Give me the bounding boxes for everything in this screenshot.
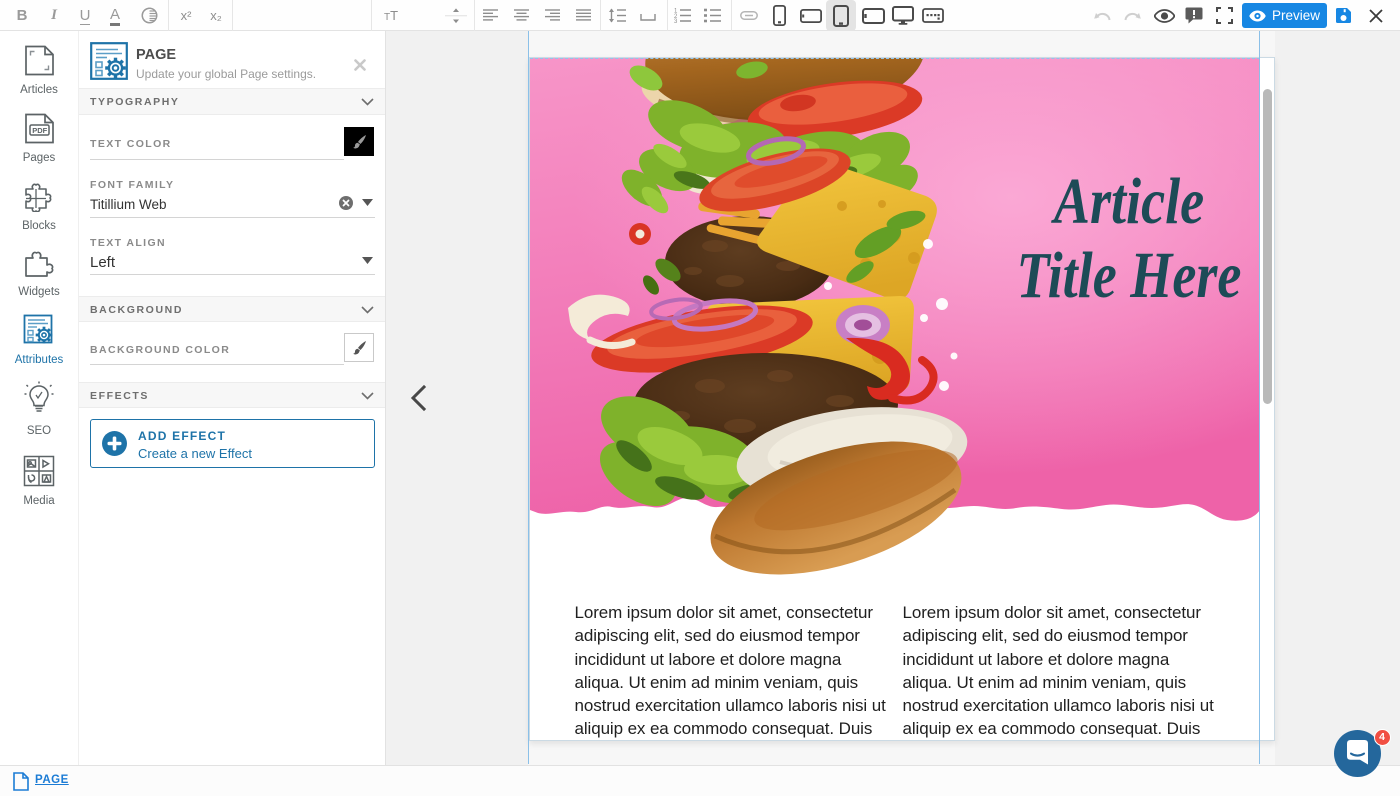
svg-text:PDF: PDF [32, 126, 47, 135]
svg-text:3: 3 [674, 19, 678, 23]
